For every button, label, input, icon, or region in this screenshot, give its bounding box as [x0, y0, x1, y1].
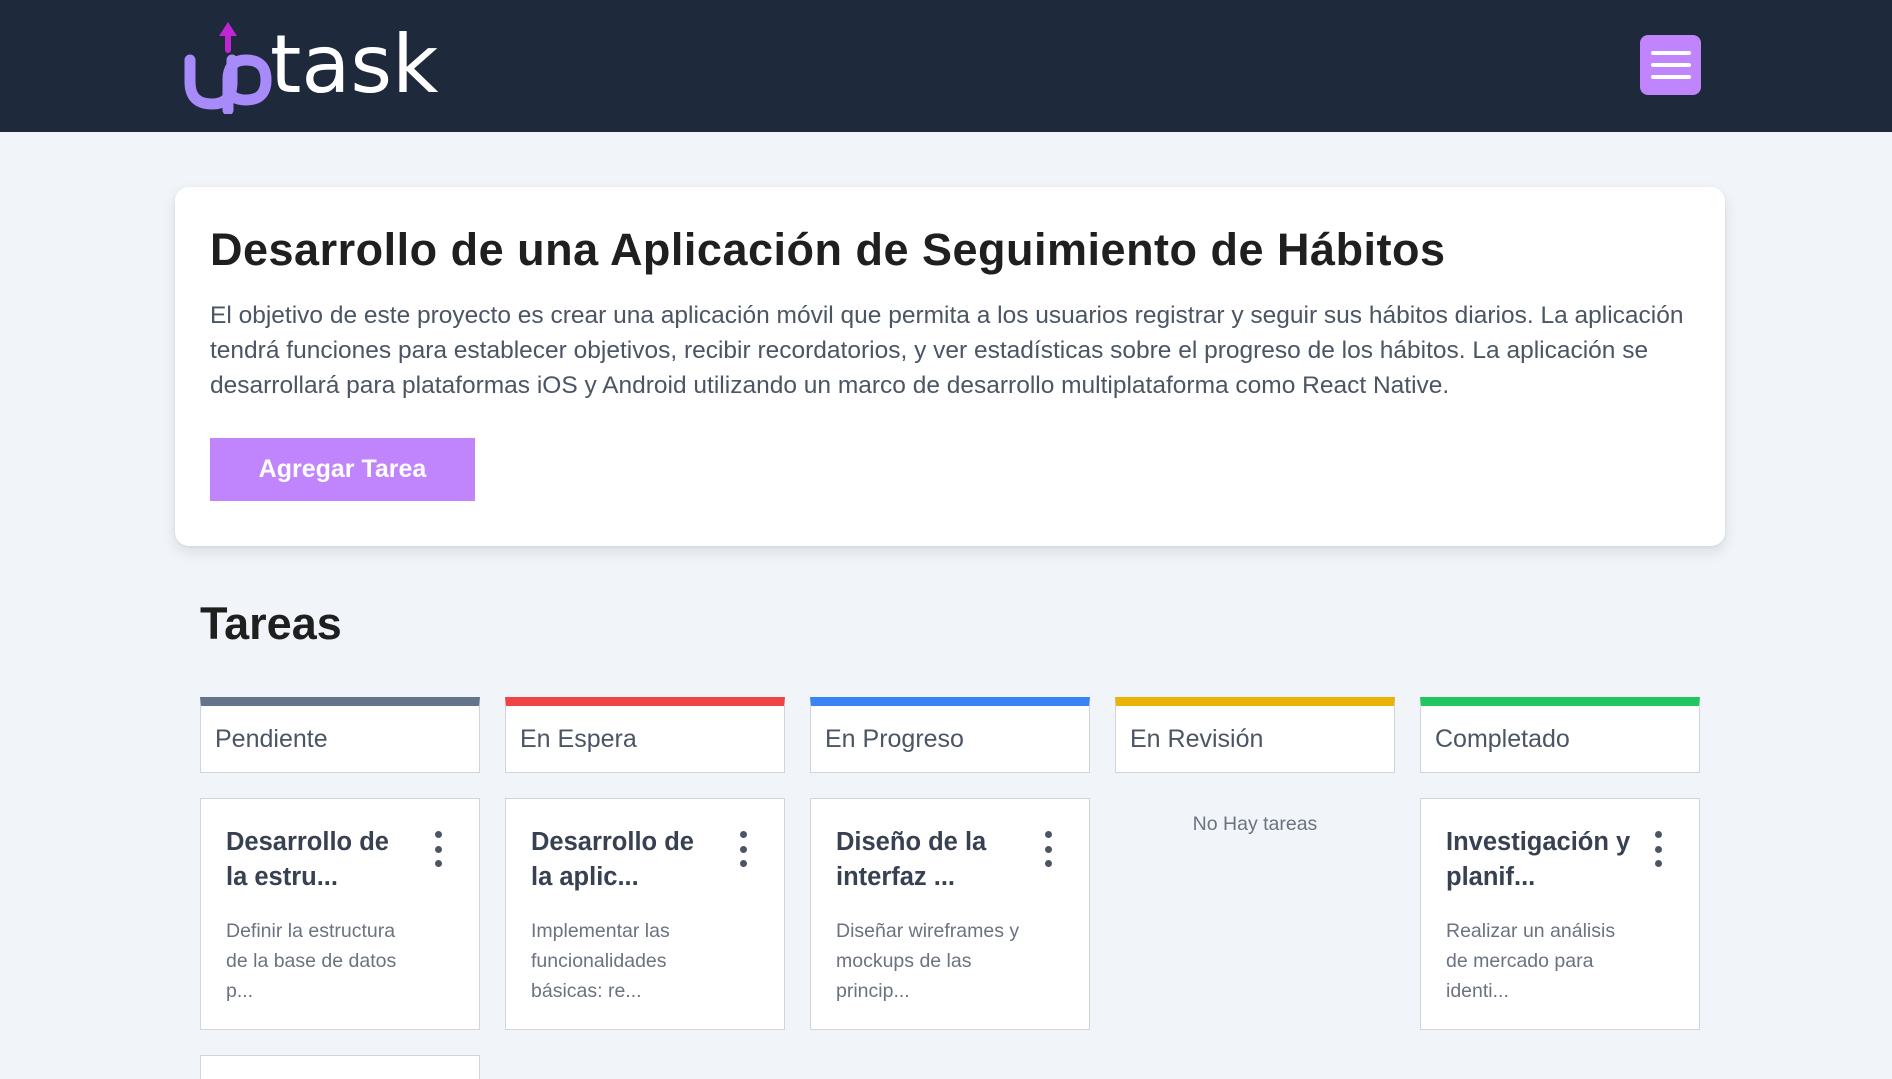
task-card[interactable]: Desarrollo de la estru... Definir la est… [200, 798, 480, 1030]
task-options-kebab-icon[interactable] [1643, 829, 1673, 869]
task-options-kebab-icon[interactable] [423, 829, 453, 869]
hamburger-menu-icon-bar [1650, 75, 1691, 79]
column-header-en-espera: En Espera [505, 697, 785, 773]
top-navbar: uptask task [0, 0, 1892, 132]
column-header-completado: Completado [1420, 697, 1700, 773]
empty-tasks-message: No Hay tareas [1192, 813, 1318, 835]
column-en-revision: En Revisión No Hay tareas [1115, 697, 1395, 836]
hamburger-menu-icon-bar [1650, 63, 1691, 67]
task-options-kebab-icon[interactable] [1033, 829, 1063, 869]
tasks-heading: Tareas [200, 598, 342, 649]
task-options-kebab-icon[interactable] [728, 829, 758, 869]
task-card[interactable]: Diseño de la interfaz ... Diseñar wirefr… [810, 798, 1090, 1030]
task-description: Implementar las funcionalidades básicas:… [531, 920, 670, 1002]
svg-text:task: task [270, 22, 439, 111]
task-description: Definir la estructura de la base de dato… [226, 920, 397, 1002]
task-description: Realizar un análisis de mercado para ide… [1446, 920, 1616, 1002]
project-description: El objetivo de este proyecto es crear un… [210, 302, 1684, 399]
logo-task-wordmark: task [270, 22, 439, 111]
task-title[interactable]: Investigación y planif... [1446, 825, 1636, 895]
uptask-logo[interactable]: uptask task [182, 22, 442, 114]
task-card-partial[interactable] [200, 1055, 480, 1079]
column-pendiente: Pendiente Desarrollo de la estru... Defi… [200, 697, 480, 1030]
task-card[interactable]: Investigación y planif... Realizar un an… [1420, 798, 1700, 1030]
column-en-espera: En Espera Desarrollo de la aplic... Impl… [505, 697, 785, 1030]
column-header-en-progreso: En Progreso [810, 697, 1090, 773]
logo-up-mark-icon [184, 22, 272, 114]
column-header-en-revision: En Revisión [1115, 697, 1395, 773]
column-en-progreso: En Progreso Diseño de la interfaz ... Di… [810, 697, 1090, 1030]
task-title[interactable]: Desarrollo de la estru... [226, 825, 416, 895]
task-title[interactable]: Desarrollo de la aplic... [531, 825, 721, 895]
hamburger-menu-button[interactable] [1640, 35, 1701, 95]
project-title: Desarrollo de una Aplicación de Seguimie… [210, 224, 1446, 275]
hamburger-menu-icon [1650, 51, 1691, 55]
column-completado: Completado Investigación y planif... Rea… [1420, 697, 1700, 1030]
task-card[interactable]: Desarrollo de la aplic... Implementar la… [505, 798, 785, 1030]
add-task-button[interactable]: Agregar Tarea [210, 438, 475, 501]
task-description: Diseñar wireframes y mockups de las prin… [836, 920, 1020, 1002]
project-details-card: Desarrollo de una Aplicación de Seguimie… [175, 187, 1725, 546]
column-header-pendiente: Pendiente [200, 697, 480, 773]
task-title[interactable]: Diseño de la interfaz ... [836, 825, 1026, 895]
